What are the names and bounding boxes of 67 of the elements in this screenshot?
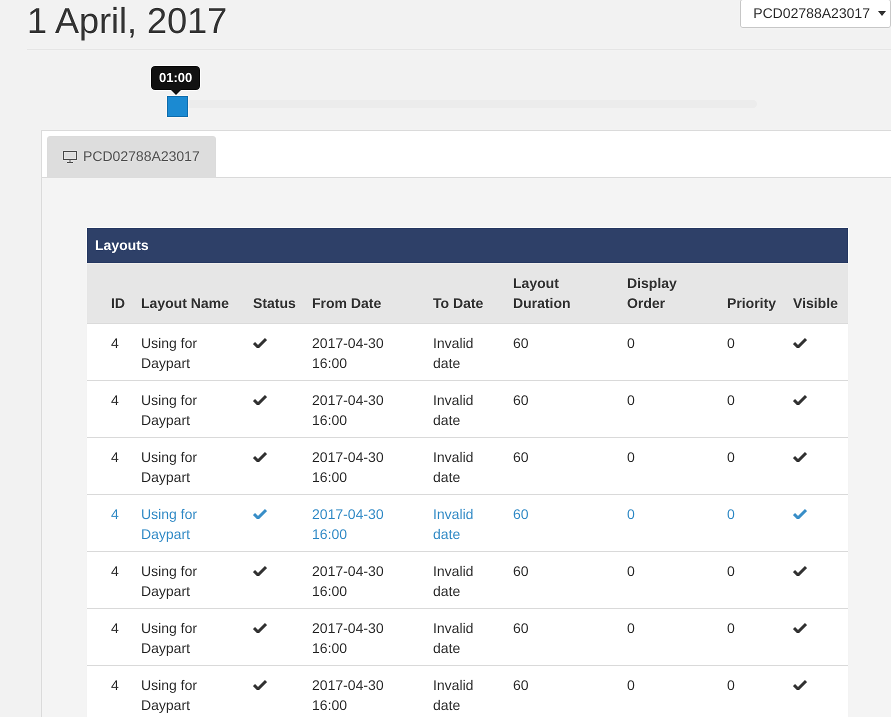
column-header: Status: [253, 294, 296, 310]
table-cell: 0: [627, 506, 635, 522]
table-cell: 2017-04-30 16:00: [312, 448, 384, 484]
table-cell: 4: [111, 676, 119, 692]
table-cell: Using for Daypart: [141, 620, 198, 656]
table-cell: 0: [627, 392, 635, 408]
slider-tooltip: 01:00: [151, 66, 200, 90]
table-cell: 4: [111, 334, 119, 350]
table-cell: 2017-04-30 16:00: [312, 506, 384, 542]
table-cell: 4: [111, 506, 119, 522]
table-cell: 0: [727, 676, 735, 692]
table-cell: 60: [513, 392, 529, 408]
column-header: ID: [111, 294, 125, 310]
table-cell: 2017-04-30 16:00: [312, 620, 384, 656]
tooltip-pointer-icon: [170, 90, 181, 95]
table-cell: 60: [513, 448, 529, 464]
table-cell: 0: [727, 620, 735, 636]
column-header: Layout Name: [141, 294, 229, 310]
table-cell: Invalid date: [433, 334, 474, 370]
table-cell: Invalid date: [433, 506, 474, 542]
table-cell: Invalid date: [433, 620, 474, 656]
table-cell: 0: [627, 620, 635, 636]
table-cell: Invalid date: [433, 448, 474, 484]
table-cell: Using for Daypart: [141, 506, 198, 542]
column-header: Priority: [727, 294, 776, 310]
column-header: Display Order: [627, 274, 677, 310]
table-cell: 4: [111, 392, 119, 408]
table-cell: Using for Daypart: [141, 676, 198, 712]
slider-thumb[interactable]: [167, 96, 188, 117]
table-cell: 0: [627, 448, 635, 464]
table-cell: 4: [111, 620, 119, 636]
table-cell: Using for Daypart: [141, 392, 198, 428]
display-dropdown[interactable]: PCD02788A23017: [740, 0, 891, 28]
table-cell: Using for Daypart: [141, 334, 198, 370]
table-cell: 0: [727, 448, 735, 464]
column-header: To Date: [433, 294, 484, 310]
table-cell: 0: [727, 506, 735, 522]
table-cell: 2017-04-30 16:00: [312, 392, 384, 428]
table-cell: Invalid date: [433, 562, 474, 598]
display-tab[interactable]: PCD02788A23017: [47, 136, 216, 177]
monitor-icon: [63, 150, 77, 162]
table-cell: 60: [513, 620, 529, 636]
table-cell: 0: [727, 392, 735, 408]
table-cell: 2017-04-30 16:00: [312, 562, 384, 598]
caret-icon: [878, 11, 886, 16]
table-cell: 2017-04-30 16:00: [312, 676, 384, 712]
table-cell: 2017-04-30 16:00: [312, 334, 384, 370]
column-header: From Date: [312, 294, 382, 310]
column-header: Layout Duration: [513, 274, 571, 310]
column-header: Visible: [793, 294, 838, 310]
page-title: 1 April, 2017: [27, 1, 228, 41]
table-cell: Invalid date: [433, 676, 474, 712]
table-cell: 0: [627, 334, 635, 350]
table-cell: 60: [513, 562, 529, 578]
table-cell: 60: [513, 334, 529, 350]
table-cell: 0: [727, 562, 735, 578]
table-cell: Using for Daypart: [141, 562, 198, 598]
table-cell: 0: [627, 676, 635, 692]
table-cell: 0: [627, 562, 635, 578]
table-cell: 60: [513, 506, 529, 522]
table-cell: 60: [513, 676, 529, 692]
table-cell: 4: [111, 448, 119, 464]
table-cell: 4: [111, 562, 119, 578]
table-title-bar: Layouts: [87, 228, 848, 263]
table-cell: Using for Daypart: [141, 448, 198, 484]
table-cell: 0: [727, 334, 735, 350]
table-cell: Invalid date: [433, 392, 474, 428]
